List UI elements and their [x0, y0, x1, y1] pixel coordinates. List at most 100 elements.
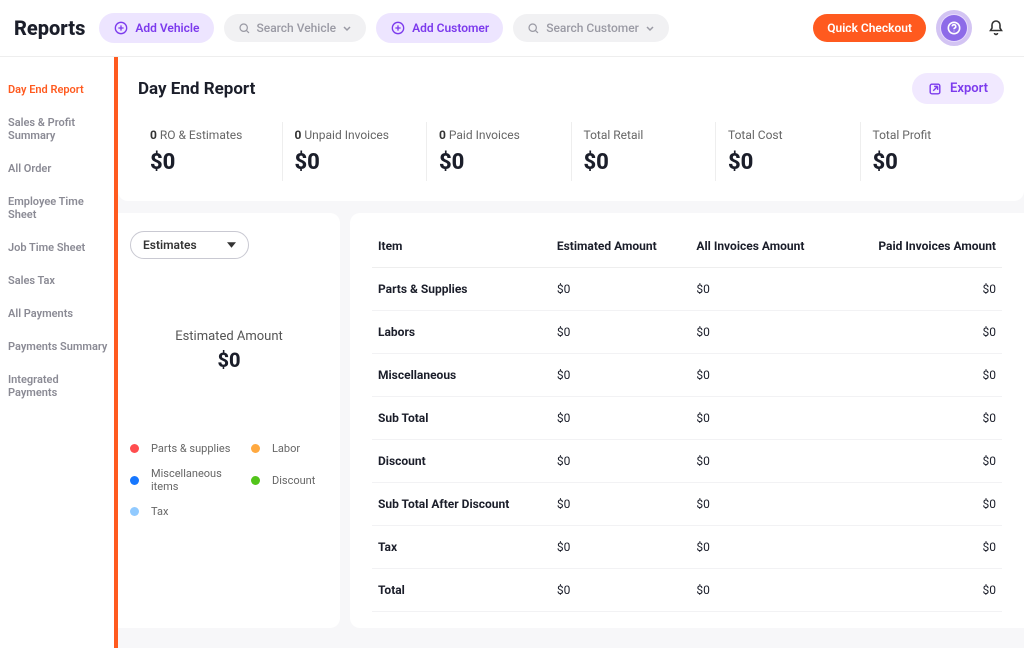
chart-filter-dropdown[interactable]: Estimates	[130, 231, 249, 259]
report-table: Item Estimated Amount All Invoices Amoun…	[372, 229, 1002, 612]
legend-dot	[130, 444, 139, 453]
stat-card: 0 Paid Invoices$0	[427, 122, 572, 181]
donut-value: $0	[130, 348, 328, 372]
table-row: Total$0$0$0	[372, 569, 1002, 612]
cell-estimated: $0	[551, 268, 691, 311]
cell-estimated: $0	[551, 569, 691, 612]
chart-panel: Estimates Estimated Amount $0 Parts & su…	[118, 213, 340, 628]
sidebar-item-job-time-sheet[interactable]: Job Time Sheet	[0, 231, 118, 264]
col-estimated: Estimated Amount	[551, 229, 691, 268]
stat-card: 0 RO & Estimates$0	[138, 122, 283, 181]
add-vehicle-label: Add Vehicle	[135, 21, 199, 35]
stats-row: 0 RO & Estimates$0 0 Unpaid Invoices $0 0 P…	[118, 112, 1024, 181]
cell-estimated: $0	[551, 311, 691, 354]
legend-label: Tax	[151, 505, 251, 518]
sidebar-item-integrated-payments[interactable]: Integrated Payments	[0, 363, 118, 409]
report-table-panel: Item Estimated Amount All Invoices Amoun…	[350, 213, 1024, 628]
cell-paid-invoices: $0	[840, 526, 1002, 569]
search-icon	[527, 22, 540, 35]
legend-row: Parts & suppliesLabor	[130, 442, 328, 455]
table-row: Labors$0$0$0	[372, 311, 1002, 354]
chevron-down-icon	[645, 23, 655, 33]
plus-icon	[113, 20, 129, 36]
sidebar-item-all-payments[interactable]: All Payments	[0, 297, 118, 330]
sidebar-item-day-end-report[interactable]: Day End Report	[0, 73, 118, 106]
chevron-down-icon	[342, 23, 352, 33]
legend-item: Parts & supplies	[130, 442, 251, 455]
table-row: Parts & Supplies$0$0$0	[372, 268, 1002, 311]
cell-paid-invoices: $0	[840, 311, 1002, 354]
sidebar-item-employee-time-sheet[interactable]: Employee Time Sheet	[0, 185, 118, 231]
search-icon	[238, 22, 251, 35]
topbar: Reports Add Vehicle Search Vehicle Add C…	[0, 0, 1024, 57]
stat-label: 0 Unpaid Invoices	[295, 128, 415, 142]
stat-value: $0	[584, 150, 704, 175]
cell-estimated: $0	[551, 483, 691, 526]
stat-card: 0 Unpaid Invoices $0	[283, 122, 428, 181]
content: Day End Report Export 0 RO & Estimates$0…	[114, 57, 1024, 648]
cell-paid-invoices: $0	[840, 268, 1002, 311]
cell-estimated: $0	[551, 440, 691, 483]
cell-estimated: $0	[551, 397, 691, 440]
sidebar-item-payments-summary[interactable]: Payments Summary	[0, 330, 118, 363]
cell-all-invoices: $0	[690, 397, 840, 440]
cell-all-invoices: $0	[690, 483, 840, 526]
main-layout: Day End Report Sales & Profit Summary Al…	[0, 57, 1024, 648]
sidebar: Day End Report Sales & Profit Summary Al…	[0, 57, 118, 648]
page-title: Day End Report	[138, 79, 255, 99]
stat-count: 0	[295, 128, 302, 142]
add-vehicle-button[interactable]: Add Vehicle	[99, 13, 213, 43]
cell-all-invoices: $0	[690, 526, 840, 569]
cell-item: Discount	[372, 440, 551, 483]
quick-checkout-button[interactable]: Quick Checkout	[813, 14, 926, 42]
cell-item: Tax	[372, 526, 551, 569]
cell-paid-invoices: $0	[840, 483, 1002, 526]
plus-icon	[390, 20, 406, 36]
cell-item: Sub Total	[372, 397, 551, 440]
stat-value: $0	[295, 150, 415, 175]
legend-row: Miscellaneous itemsDiscount	[130, 467, 328, 493]
content-header-card: Day End Report Export 0 RO & Estimates$0…	[118, 57, 1024, 201]
cell-paid-invoices: $0	[840, 354, 1002, 397]
search-vehicle-button[interactable]: Search Vehicle	[224, 14, 367, 42]
legend-dot	[130, 507, 139, 516]
table-row: Miscellaneous$0$0$0	[372, 354, 1002, 397]
cell-all-invoices: $0	[690, 354, 840, 397]
sidebar-item-sales-profit-summary[interactable]: Sales & Profit Summary	[0, 106, 118, 152]
caret-down-icon	[227, 242, 236, 248]
export-button[interactable]: Export	[912, 73, 1004, 104]
legend-label: Parts & supplies	[151, 442, 251, 455]
sidebar-item-sales-tax[interactable]: Sales Tax	[0, 264, 118, 297]
search-customer-label: Search Customer	[546, 21, 639, 35]
stat-count: 0	[150, 128, 157, 142]
quick-checkout-label: Quick Checkout	[827, 21, 912, 35]
help-button[interactable]	[936, 10, 972, 46]
notifications-button[interactable]	[982, 14, 1010, 42]
legend-item: Tax	[130, 505, 328, 518]
donut-label: Estimated Amount	[130, 329, 328, 344]
cell-paid-invoices: $0	[840, 440, 1002, 483]
table-row: Sub Total$0$0$0	[372, 397, 1002, 440]
cell-all-invoices: $0	[690, 268, 840, 311]
page-header: Day End Report Export	[118, 57, 1024, 112]
col-all-invoices: All Invoices Amount	[690, 229, 840, 268]
search-customer-button[interactable]: Search Customer	[513, 14, 669, 42]
legend-item: Miscellaneous items	[130, 467, 251, 493]
cell-paid-invoices: $0	[840, 569, 1002, 612]
legend-dot	[251, 476, 260, 485]
search-vehicle-label: Search Vehicle	[257, 21, 337, 35]
cell-all-invoices: $0	[690, 311, 840, 354]
sidebar-item-all-order[interactable]: All Order	[0, 152, 118, 185]
stat-card: Total Cost$0	[716, 122, 861, 181]
stat-card: Total Profit $0	[861, 122, 1005, 181]
stat-label: Total Profit	[873, 128, 993, 142]
col-item: Item	[372, 229, 551, 268]
stat-count: 0	[439, 128, 446, 142]
cell-item: Sub Total After Discount	[372, 483, 551, 526]
stat-value: $0	[150, 150, 270, 175]
table-row: Tax$0$0$0	[372, 526, 1002, 569]
add-customer-button[interactable]: Add Customer	[376, 13, 503, 43]
stat-value: $0	[873, 150, 993, 175]
legend-dot	[130, 476, 139, 485]
cell-paid-invoices: $0	[840, 397, 1002, 440]
